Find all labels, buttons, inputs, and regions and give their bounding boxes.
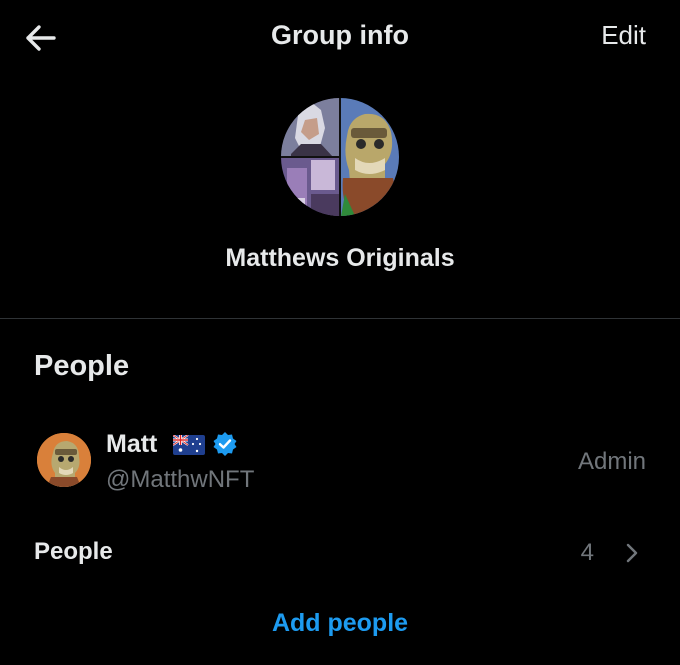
member-name: Matt <box>106 430 158 458</box>
people-list-row[interactable]: People 4 <box>0 528 680 578</box>
people-count: 4 <box>580 539 594 566</box>
people-row-label: People <box>34 538 113 565</box>
chevron-right-icon <box>626 543 638 563</box>
group-name: Matthews Originals <box>225 244 455 272</box>
australia-flag-icon <box>173 435 205 455</box>
page-title: Group info <box>271 20 409 50</box>
header: Group info Edit <box>0 0 680 74</box>
member-handle: @MatthwNFT <box>106 466 255 493</box>
group-avatar-image <box>281 98 399 216</box>
section-divider <box>0 318 680 319</box>
edit-button[interactable]: Edit <box>601 20 646 51</box>
verified-badge-icon <box>213 432 237 456</box>
member-role-badge: Admin <box>577 448 646 475</box>
people-section-title: People <box>34 350 130 382</box>
back-button[interactable] <box>20 18 60 58</box>
arrow-left-icon <box>26 25 56 51</box>
member-row[interactable]: Matt @MatthwNFT Admin <box>0 420 680 502</box>
add-people-button[interactable]: Add people <box>0 609 680 638</box>
group-avatar[interactable] <box>281 98 399 216</box>
avatar <box>37 433 91 487</box>
